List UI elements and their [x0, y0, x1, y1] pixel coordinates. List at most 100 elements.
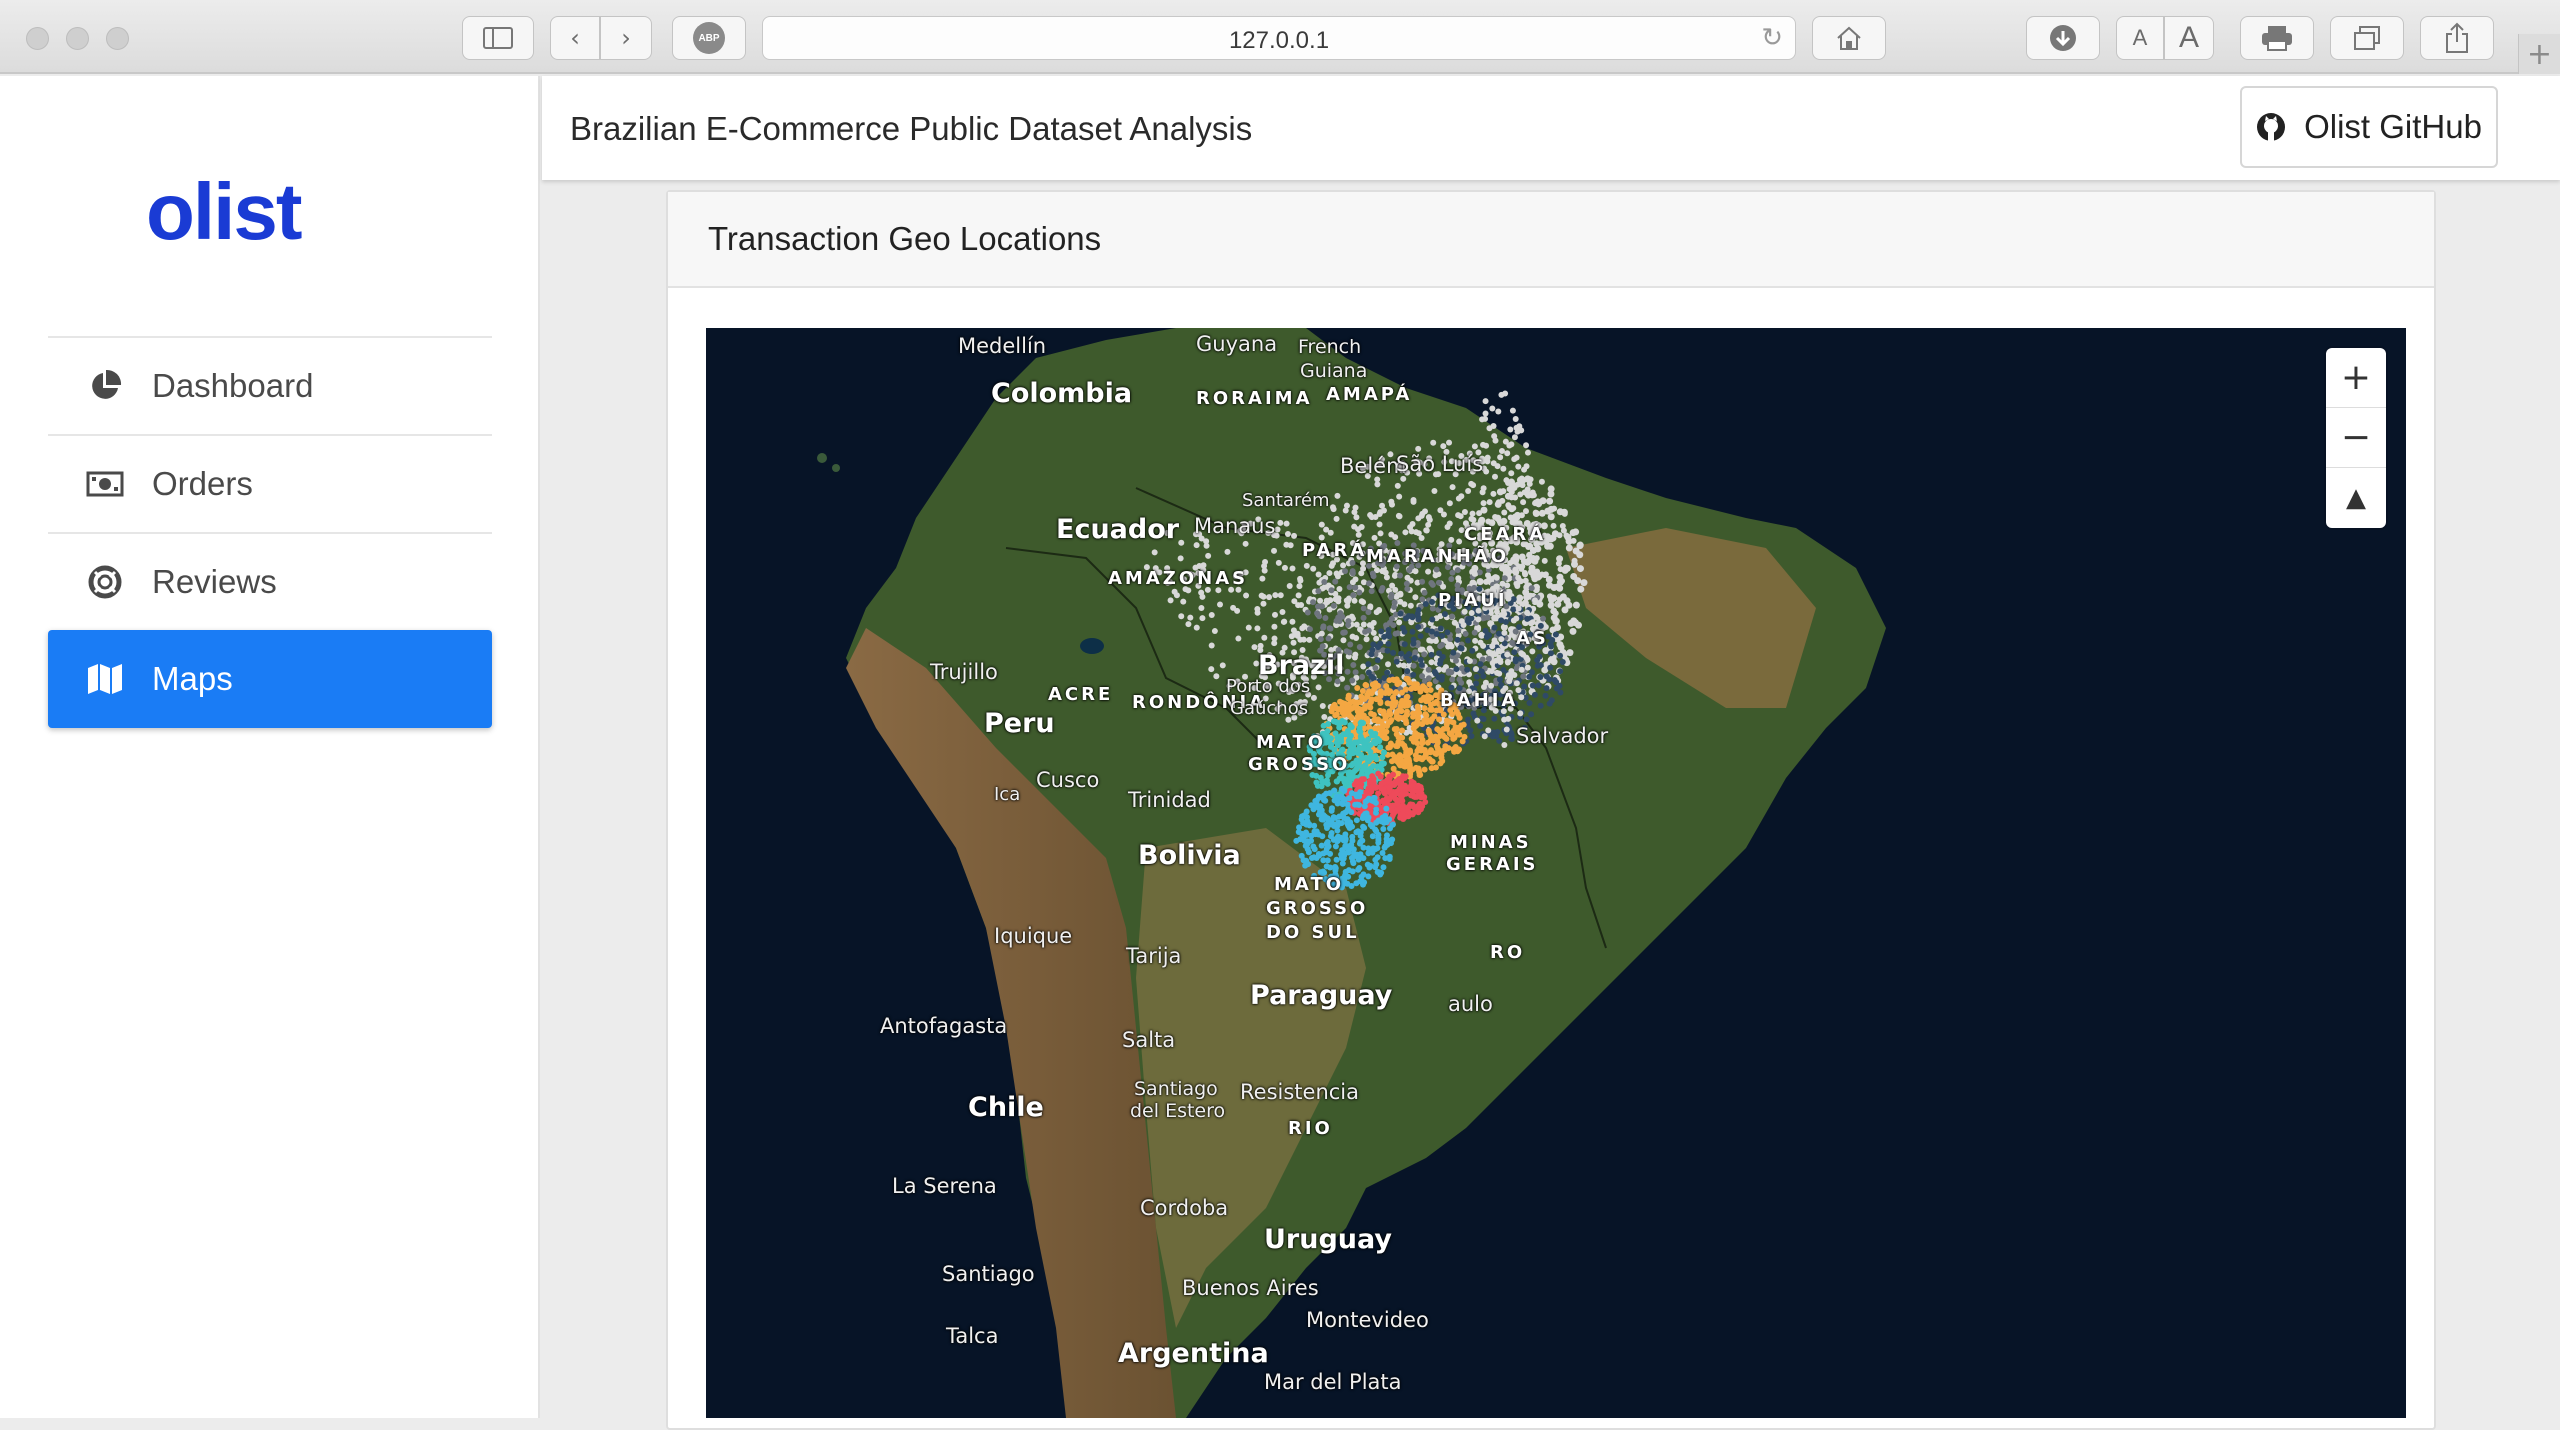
transaction-point [1426, 729, 1433, 736]
github-link-button[interactable]: Olist GitHub [2240, 86, 2498, 168]
transaction-point [1435, 674, 1442, 681]
transaction-point [1187, 614, 1194, 621]
transaction-point [1362, 738, 1369, 745]
sidebar-toggle-button[interactable] [462, 16, 534, 60]
forward-button[interactable]: › [600, 16, 652, 60]
transaction-point [1345, 692, 1352, 699]
map-label: Ecuador [1056, 514, 1180, 545]
sidebar-item-orders[interactable]: Orders [48, 434, 492, 532]
transaction-point [1436, 716, 1443, 723]
transaction-point [1403, 675, 1410, 682]
transaction-point [1325, 818, 1332, 825]
transaction-point [1484, 614, 1491, 621]
text-smaller-button[interactable]: A [2116, 16, 2164, 60]
transaction-point [1349, 833, 1356, 840]
transaction-point [1423, 527, 1430, 534]
transaction-point [1327, 597, 1334, 604]
transaction-point [1508, 470, 1515, 477]
transaction-point [1326, 625, 1333, 632]
sidebar-icon [483, 27, 513, 49]
transaction-point [1349, 770, 1356, 777]
transaction-point [1528, 711, 1535, 718]
transaction-point [1367, 741, 1374, 748]
transaction-point [1399, 727, 1406, 734]
transaction-point [1383, 835, 1390, 842]
transaction-point [1318, 842, 1325, 849]
transaction-point [1429, 706, 1436, 713]
transaction-point [1448, 613, 1455, 620]
transaction-point [1469, 647, 1476, 654]
transaction-point [1418, 535, 1425, 542]
transaction-point [1454, 582, 1461, 589]
transaction-point [1303, 562, 1310, 569]
transaction-point [1283, 541, 1290, 548]
transaction-point [1524, 609, 1531, 616]
transaction-point [1331, 797, 1338, 804]
text-bigger-button[interactable]: A [2164, 16, 2214, 60]
print-button[interactable] [2240, 16, 2314, 60]
transaction-point [1495, 408, 1502, 415]
adblock-button[interactable]: ABP [672, 16, 746, 60]
transaction-point [1434, 738, 1441, 745]
transaction-map[interactable]: Medellín Guyana French Guiana Colombia R… [706, 328, 2406, 1418]
transaction-point [1362, 798, 1369, 805]
map-label: Colombia [991, 378, 1133, 409]
transaction-point [1392, 790, 1399, 797]
transaction-point [1317, 774, 1324, 781]
transaction-point [1520, 499, 1527, 506]
close-window-button[interactable] [26, 27, 49, 50]
olist-logo[interactable]: olist [146, 166, 302, 258]
back-button[interactable]: ‹ [550, 16, 600, 60]
map-label: Trinidad [1128, 788, 1211, 812]
transaction-point [1445, 745, 1452, 752]
transaction-point [1347, 822, 1354, 829]
transaction-point [1370, 763, 1377, 770]
minimize-window-button[interactable] [66, 27, 89, 50]
transaction-point [1323, 526, 1330, 533]
share-button[interactable] [2420, 16, 2494, 60]
transaction-point [1346, 649, 1353, 656]
transaction-point [1297, 575, 1304, 582]
transaction-point [1396, 679, 1403, 686]
address-bar[interactable]: 127.0.0.1 ↻ [762, 16, 1796, 60]
transaction-point [1378, 760, 1385, 767]
transaction-point [1281, 618, 1288, 625]
sidebar-item-maps[interactable]: Maps [48, 630, 492, 728]
transaction-point [1512, 416, 1519, 423]
transaction-point [1489, 643, 1496, 650]
home-button[interactable] [1812, 16, 1886, 60]
transaction-point [1409, 614, 1416, 621]
tabs-overview-button[interactable] [2330, 16, 2404, 60]
home-icon [1837, 26, 1861, 50]
transaction-point [1332, 712, 1339, 719]
compass-reset-button[interactable]: ▲ [2326, 468, 2386, 528]
transaction-point [1410, 640, 1417, 647]
transaction-point [1577, 585, 1585, 593]
transaction-point [1375, 644, 1382, 651]
transaction-point [1417, 747, 1424, 754]
zoom-window-button[interactable] [106, 27, 129, 50]
transaction-point [1338, 747, 1345, 754]
zoom-out-button[interactable]: − [2326, 408, 2386, 468]
transaction-point [1475, 616, 1482, 623]
transaction-point [1274, 526, 1281, 533]
sidebar-item-dashboard[interactable]: Dashboard [48, 336, 492, 434]
reload-icon[interactable]: ↻ [1761, 23, 1783, 53]
transaction-point [1334, 492, 1341, 499]
downloads-button[interactable] [2026, 16, 2100, 60]
zoom-in-button[interactable]: + [2326, 348, 2386, 408]
transaction-point [1515, 574, 1522, 581]
transaction-point [1401, 641, 1408, 648]
sidebar-item-reviews[interactable]: Reviews [48, 532, 492, 630]
transaction-point [1377, 693, 1384, 700]
transaction-point [1375, 817, 1382, 824]
map-label: Buenos Aires [1182, 1276, 1319, 1300]
new-tab-button[interactable]: + [2518, 34, 2560, 74]
map-label: Cusco [1036, 768, 1100, 792]
transaction-point [1367, 512, 1374, 519]
transaction-point [1454, 567, 1461, 574]
transaction-point [1366, 864, 1373, 871]
transaction-point [1509, 482, 1516, 489]
map-base [817, 328, 1886, 1418]
map-label: Argentina [1118, 1338, 1269, 1369]
